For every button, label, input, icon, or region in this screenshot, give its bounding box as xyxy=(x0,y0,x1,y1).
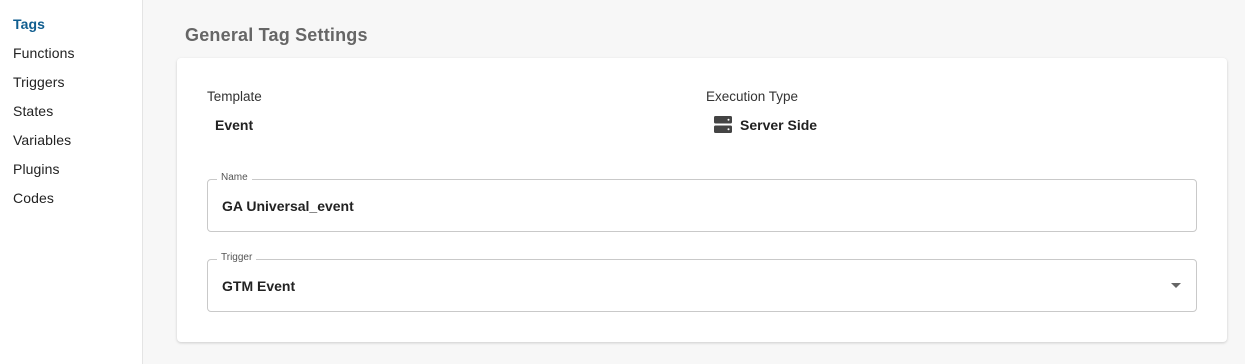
chevron-down-icon[interactable] xyxy=(1171,283,1181,288)
execution-type-value: Server Side xyxy=(740,117,818,133)
server-icon xyxy=(714,116,732,133)
sidebar-item-tags[interactable]: Tags xyxy=(13,16,45,32)
trigger-select-value[interactable]: GTM Event xyxy=(222,278,295,294)
sidebar-item-variables[interactable]: Variables xyxy=(13,132,71,148)
template-value: Event xyxy=(215,117,254,133)
sidebar-item-states[interactable]: States xyxy=(13,103,53,119)
template-label: Template xyxy=(207,89,262,104)
sidebar: Tags Functions Triggers States Variables… xyxy=(0,0,143,364)
name-field[interactable]: Name GA Universal_event xyxy=(207,172,1197,232)
name-field-value[interactable]: GA Universal_event xyxy=(222,198,354,214)
sidebar-item-codes[interactable]: Codes xyxy=(13,190,54,206)
trigger-select-label: Trigger xyxy=(217,252,257,263)
sidebar-item-triggers[interactable]: Triggers xyxy=(13,74,65,90)
tag-settings-card: Template Event Execution Type Server Sid… xyxy=(177,58,1227,342)
sidebar-item-plugins[interactable]: Plugins xyxy=(13,161,60,177)
trigger-select[interactable]: Trigger GTM Event xyxy=(207,252,1197,312)
name-field-label: Name xyxy=(217,172,252,183)
sidebar-item-functions[interactable]: Functions xyxy=(13,45,75,61)
execution-type-label: Execution Type xyxy=(706,89,799,104)
section-title: General Tag Settings xyxy=(185,25,368,45)
